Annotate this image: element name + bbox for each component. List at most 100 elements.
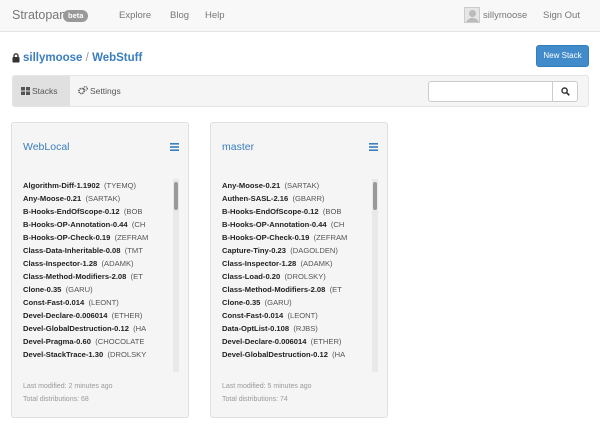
distribution-author: (GARU): [264, 298, 292, 307]
list-item[interactable]: B-Hooks-OP-Annotation-0.44 (CH: [23, 218, 179, 231]
distribution-name[interactable]: B-Hooks-OP-Annotation-0.44: [222, 220, 327, 229]
sign-out-link[interactable]: Sign Out: [543, 10, 580, 21]
distribution-name[interactable]: Any-Moose-0.21: [23, 194, 81, 203]
distribution-name[interactable]: Class-Method-Modifiers-2.08: [23, 272, 126, 281]
distribution-author: (SARTAK): [284, 181, 320, 190]
search-input[interactable]: [428, 81, 553, 102]
list-item[interactable]: Clone-0.35 (GARU): [23, 283, 179, 296]
username-link[interactable]: sillymoose: [483, 10, 527, 21]
distribution-name[interactable]: Class-Inspector-1.28: [23, 259, 97, 268]
distribution-author: (TMT: [124, 246, 143, 255]
list-item[interactable]: Any-Moose-0.21 (SARTAK): [222, 179, 378, 192]
distribution-list[interactable]: Algorithm-Diff-1.1902 (TYEMQ) Any-Moose-0…: [23, 179, 179, 372]
list-item[interactable]: Clone-0.35 (GARU): [222, 296, 378, 309]
search-icon: [561, 87, 570, 96]
stack-title-link[interactable]: WebLocal: [23, 141, 70, 153]
list-item[interactable]: Any-Moose-0.21 (SARTAK): [23, 192, 179, 205]
distribution-author: (ZEFRAM: [114, 233, 149, 242]
list-item[interactable]: Const-Fast-0.014 (LEONT): [23, 296, 179, 309]
distribution-name[interactable]: Devel-GlobalDestruction-0.12: [23, 324, 129, 333]
distribution-name[interactable]: Authen-SASL-2.16: [222, 194, 288, 203]
distribution-name[interactable]: B-Hooks-OP-Check-0.19: [222, 233, 309, 242]
menu-icon[interactable]: [369, 143, 378, 151]
list-item[interactable]: Class-Load-0.20 (DROLSKY): [222, 270, 378, 283]
list-item[interactable]: B-Hooks-EndOfScope-0.12 (BOB: [222, 205, 378, 218]
distribution-name[interactable]: B-Hooks-OP-Check-0.19: [23, 233, 110, 242]
scrollbar-thumb[interactable]: [373, 182, 377, 210]
list-item[interactable]: Const-Fast-0.014 (LEONT): [222, 309, 378, 322]
distribution-name[interactable]: Devel-Declare-0.006014: [23, 311, 107, 320]
list-item[interactable]: Class-Method-Modifiers-2.08 (ET: [222, 283, 378, 296]
brand-logo[interactable]: Stratopan: [12, 8, 66, 22]
nav-help-link[interactable]: Help: [205, 10, 225, 21]
tab-stacks[interactable]: Stacks: [13, 76, 70, 106]
list-item[interactable]: Class-Inspector-1.28 (ADAMK): [222, 257, 378, 270]
distribution-name[interactable]: B-Hooks-OP-Annotation-0.44: [23, 220, 128, 229]
distribution-name[interactable]: Devel-StackTrace-1.30: [23, 350, 103, 359]
list-item[interactable]: Data-OptList-0.108 (RJBS): [222, 322, 378, 335]
stack-card: WebLocal Algorithm-Diff-1.1902 (TYEMQ) An…: [11, 122, 189, 418]
distribution-name[interactable]: Class-Data-Inheritable-0.08: [23, 246, 121, 255]
distribution-name[interactable]: Class-Load-0.20: [222, 272, 280, 281]
distribution-author: (CHOCOLATE: [95, 337, 145, 346]
total-distributions-text: Total distributions: 68: [23, 396, 89, 403]
menu-icon[interactable]: [170, 143, 179, 151]
breadcrumb-repo-link[interactable]: WebStuff: [92, 52, 142, 64]
distribution-name[interactable]: B-Hooks-EndOfScope-0.12: [222, 207, 319, 216]
search-button[interactable]: [552, 81, 578, 102]
nav-blog-link[interactable]: Blog: [170, 10, 189, 21]
distribution-author: (LEONT): [88, 298, 119, 307]
distribution-author: (ETHER): [111, 311, 143, 320]
list-item[interactable]: Class-Method-Modifiers-2.08 (ET: [23, 270, 179, 283]
list-item[interactable]: B-Hooks-OP-Annotation-0.44 (CH: [222, 218, 378, 231]
scrollbar-thumb[interactable]: [174, 182, 178, 210]
list-item[interactable]: Devel-StackTrace-1.30 (DROLSKY: [23, 348, 179, 361]
tab-settings[interactable]: Settings: [78, 76, 138, 106]
distribution-name[interactable]: Devel-Declare-0.006014: [222, 337, 306, 346]
list-item[interactable]: B-Hooks-OP-Check-0.19 (ZEFRAM: [23, 231, 179, 244]
distribution-author: (LEONT): [287, 311, 318, 320]
list-item[interactable]: Authen-SASL-2.16 (GBARR): [222, 192, 378, 205]
list-item[interactable]: Algorithm-Diff-1.1902 (TYEMQ): [23, 179, 179, 192]
distribution-name[interactable]: Devel-GlobalDestruction-0.12: [222, 350, 328, 359]
distribution-author: (TYEMQ): [104, 181, 137, 190]
scrollbar[interactable]: [173, 179, 179, 372]
last-modified-text: Last modified: 5 minutes ago: [222, 383, 312, 390]
list-item[interactable]: Class-Data-Inheritable-0.08 (TMT: [23, 244, 179, 257]
distribution-name[interactable]: Data-OptList-0.108: [222, 324, 289, 333]
distribution-author: (BOB: [123, 207, 143, 216]
distribution-author: (CH: [131, 220, 146, 229]
new-stack-button[interactable]: New Stack: [536, 45, 589, 67]
nav-explore-link[interactable]: Explore: [119, 10, 151, 21]
user-avatar[interactable]: [464, 7, 480, 23]
distribution-name[interactable]: Const-Fast-0.014: [23, 298, 84, 307]
distribution-name[interactable]: Clone-0.35: [222, 298, 260, 307]
distribution-list[interactable]: Any-Moose-0.21 (SARTAK) Authen-SASL-2.16 …: [222, 179, 378, 372]
distribution-name[interactable]: B-Hooks-EndOfScope-0.12: [23, 207, 120, 216]
distribution-name[interactable]: Class-Inspector-1.28: [222, 259, 296, 268]
list-item[interactable]: Class-Inspector-1.28 (ADAMK): [23, 257, 179, 270]
distribution-author: (ETHER): [310, 337, 342, 346]
list-item[interactable]: Devel-Declare-0.006014 (ETHER): [222, 335, 378, 348]
stack-title-link[interactable]: master: [222, 141, 254, 153]
distribution-author: (DROLSKY): [284, 272, 326, 281]
list-item[interactable]: Devel-GlobalDestruction-0.12 (HA: [222, 348, 378, 361]
list-item[interactable]: Devel-Declare-0.006014 (ETHER): [23, 309, 179, 322]
breadcrumb-owner-link[interactable]: sillymoose: [23, 52, 82, 64]
distribution-name[interactable]: Capture-Tiny-0.23: [222, 246, 286, 255]
list-item[interactable]: Capture-Tiny-0.23 (DAGOLDEN): [222, 244, 378, 257]
list-item[interactable]: Devel-GlobalDestruction-0.12 (HA: [23, 322, 179, 335]
distribution-name[interactable]: Const-Fast-0.014: [222, 311, 283, 320]
distribution-name[interactable]: Algorithm-Diff-1.1902: [23, 181, 100, 190]
distribution-name[interactable]: Clone-0.35: [23, 285, 61, 294]
list-item[interactable]: B-Hooks-OP-Check-0.19 (ZEFRAM: [222, 231, 378, 244]
scrollbar[interactable]: [372, 179, 378, 372]
distribution-name[interactable]: Class-Method-Modifiers-2.08: [222, 285, 325, 294]
breadcrumb-separator: /: [85, 52, 89, 64]
distribution-name[interactable]: Any-Moose-0.21: [222, 181, 280, 190]
stack-card: master Any-Moose-0.21 (SARTAK) Authen-SAS…: [210, 122, 388, 418]
list-item[interactable]: Devel-Pragma-0.60 (CHOCOLATE: [23, 335, 179, 348]
distribution-author: (ADAMK): [300, 259, 333, 268]
distribution-name[interactable]: Devel-Pragma-0.60: [23, 337, 91, 346]
list-item[interactable]: B-Hooks-EndOfScope-0.12 (BOB: [23, 205, 179, 218]
